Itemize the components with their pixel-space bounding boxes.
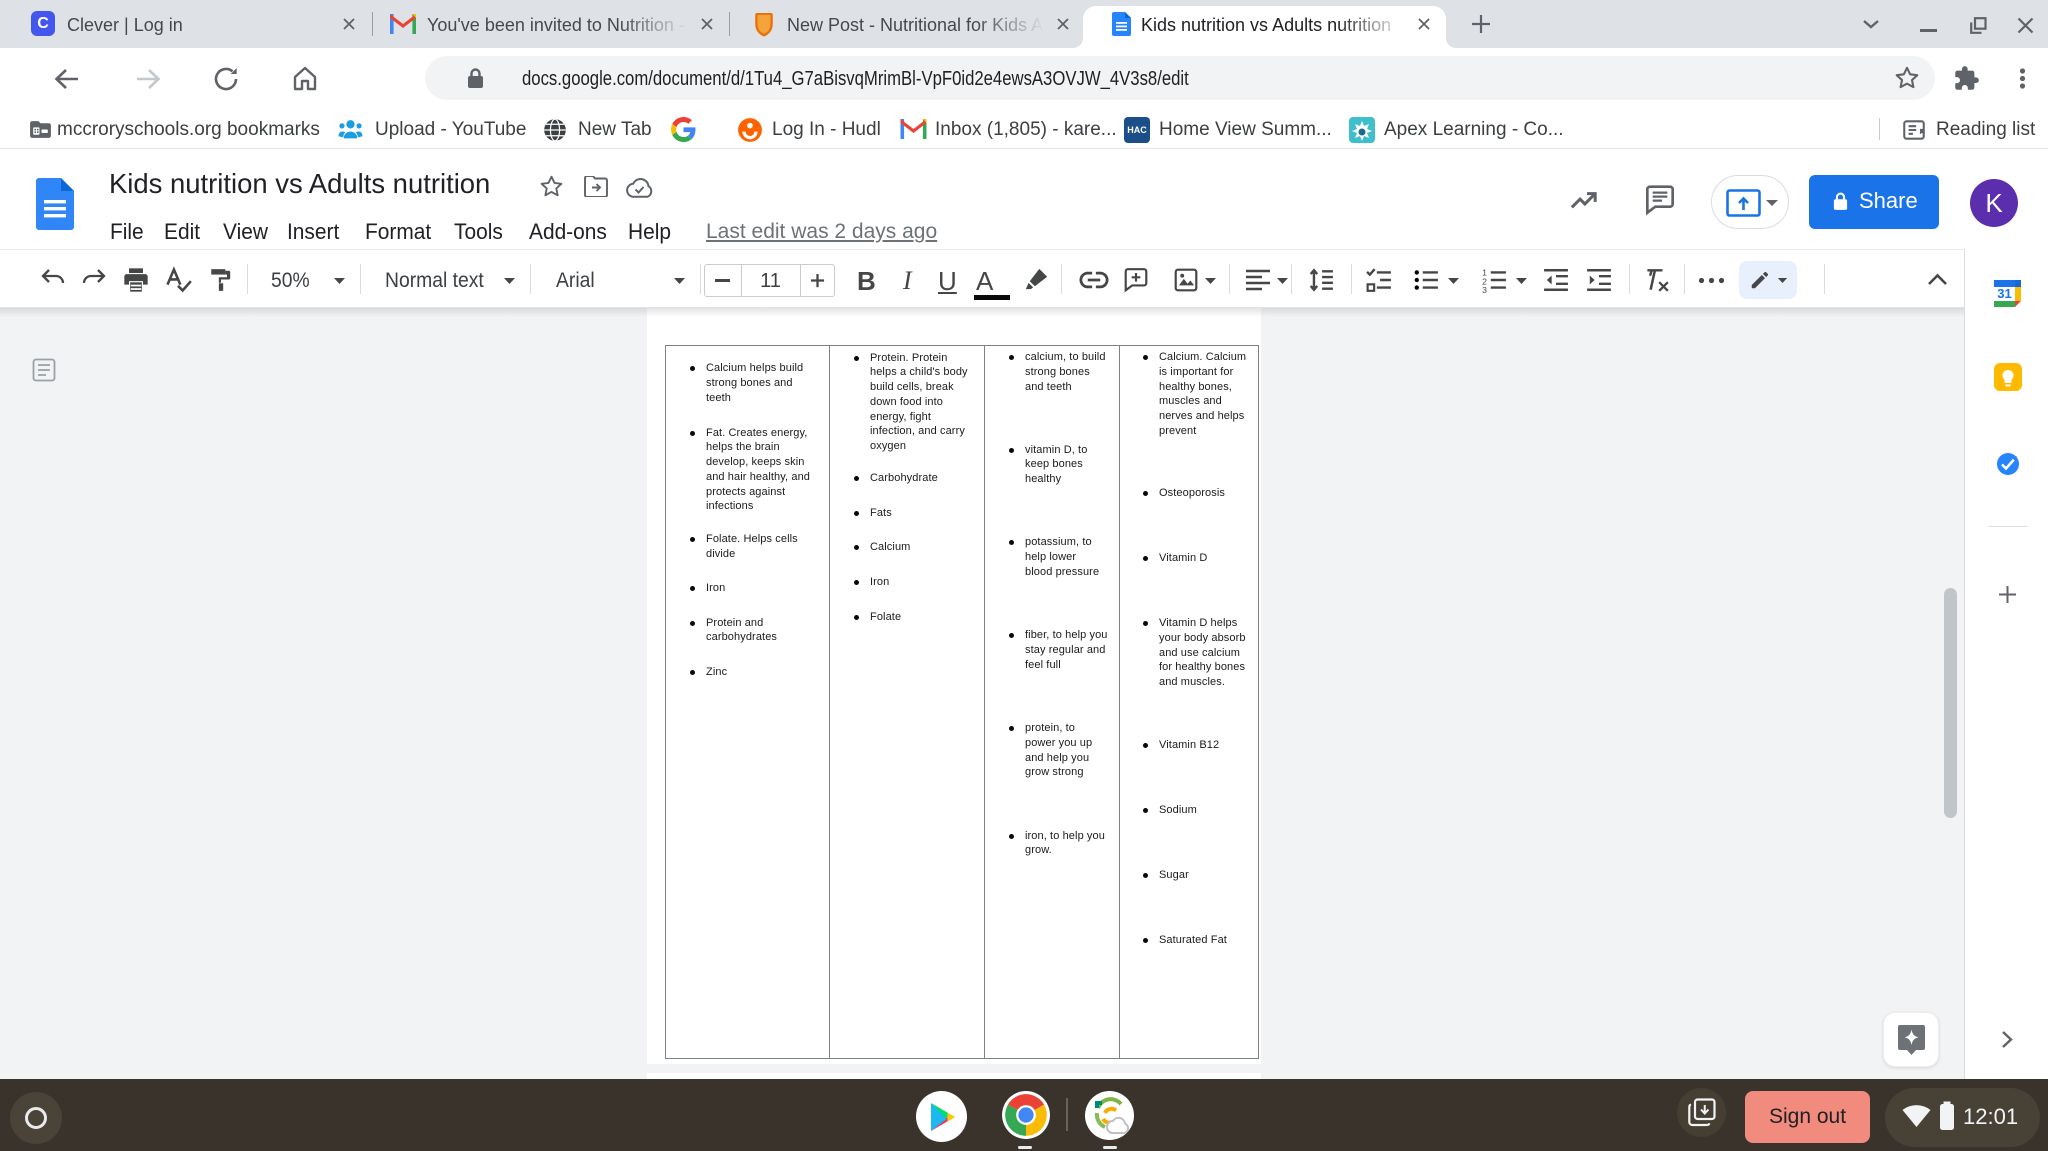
svg-text:3: 3: [1482, 285, 1487, 293]
